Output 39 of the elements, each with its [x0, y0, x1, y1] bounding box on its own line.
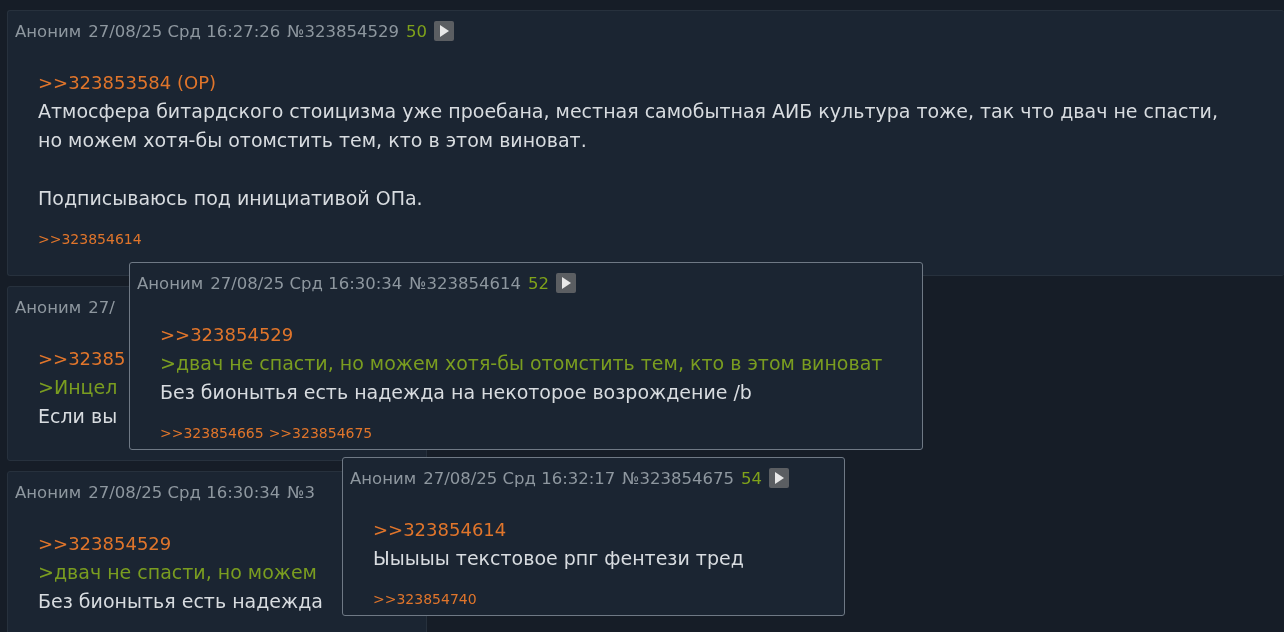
post-date: 27/08/25 Срд 16:30:34	[88, 482, 281, 502]
backlink[interactable]: >>323854665	[160, 425, 264, 441]
post-text: Если вы	[38, 404, 118, 429]
play-icon[interactable]	[768, 468, 789, 488]
quote-text: >Инцел	[38, 375, 118, 400]
post-count: 54	[740, 468, 762, 488]
post-text: Подписываюсь под инициативой ОПа.	[38, 186, 423, 211]
reply-link[interactable]: >>323853584 (OP)	[38, 68, 217, 97]
reply-link[interactable]: >>323854529	[38, 529, 172, 558]
post-date: 27/	[88, 297, 115, 317]
author-name: Аноним	[15, 297, 82, 317]
post-text: Без бионытья есть надежда на некоторое возрождение /b	[160, 380, 752, 405]
play-icon[interactable]	[555, 273, 576, 293]
reply-link[interactable]: >>32385	[38, 344, 126, 373]
post-text: Атмосфера битардского стоицизма уже проебана, местная самобытная АИБ культура тоже, так что двач не спасти,	[38, 99, 1218, 124]
post-text: Ыыыыы текстовое рпг фентези тред	[373, 546, 744, 571]
quote-text: >двач не спасти, но можем	[38, 560, 317, 585]
reply-link[interactable]: >>323854529	[160, 320, 294, 349]
post-date: 27/08/25 Срд 16:32:17	[423, 468, 616, 488]
post-text: Без бионытья есть надежда	[38, 589, 323, 614]
post-text: но можем хотя-бы отомстить тем, кто в этом виноват.	[38, 128, 587, 153]
play-icon[interactable]	[433, 21, 454, 41]
author-name: Аноним	[15, 482, 82, 502]
author-name: Аноним	[137, 273, 204, 293]
post-date: 27/08/25 Срд 16:30:34	[210, 273, 403, 293]
post-number[interactable]: №323854614	[409, 273, 521, 293]
post-number[interactable]: №3	[287, 482, 315, 502]
post-number[interactable]: №323854675	[622, 468, 734, 488]
post-count: 52	[527, 273, 549, 293]
post-count: 50	[405, 21, 427, 41]
author-name: Аноним	[15, 21, 82, 41]
author-name: Аноним	[350, 468, 417, 488]
reply-link[interactable]: >>323854614	[373, 515, 507, 544]
backlink[interactable]: >>323854740	[373, 591, 477, 607]
post-date: 27/08/25 Срд 16:27:26	[88, 21, 281, 41]
post-number[interactable]: №323854529	[287, 21, 399, 41]
backlink[interactable]: >>323854675	[268, 425, 373, 441]
quote-text: >двач не спасти, но можем хотя-бы отомстить тем, кто в этом виноват	[160, 351, 883, 376]
backlink[interactable]: >>323854614	[38, 231, 142, 247]
